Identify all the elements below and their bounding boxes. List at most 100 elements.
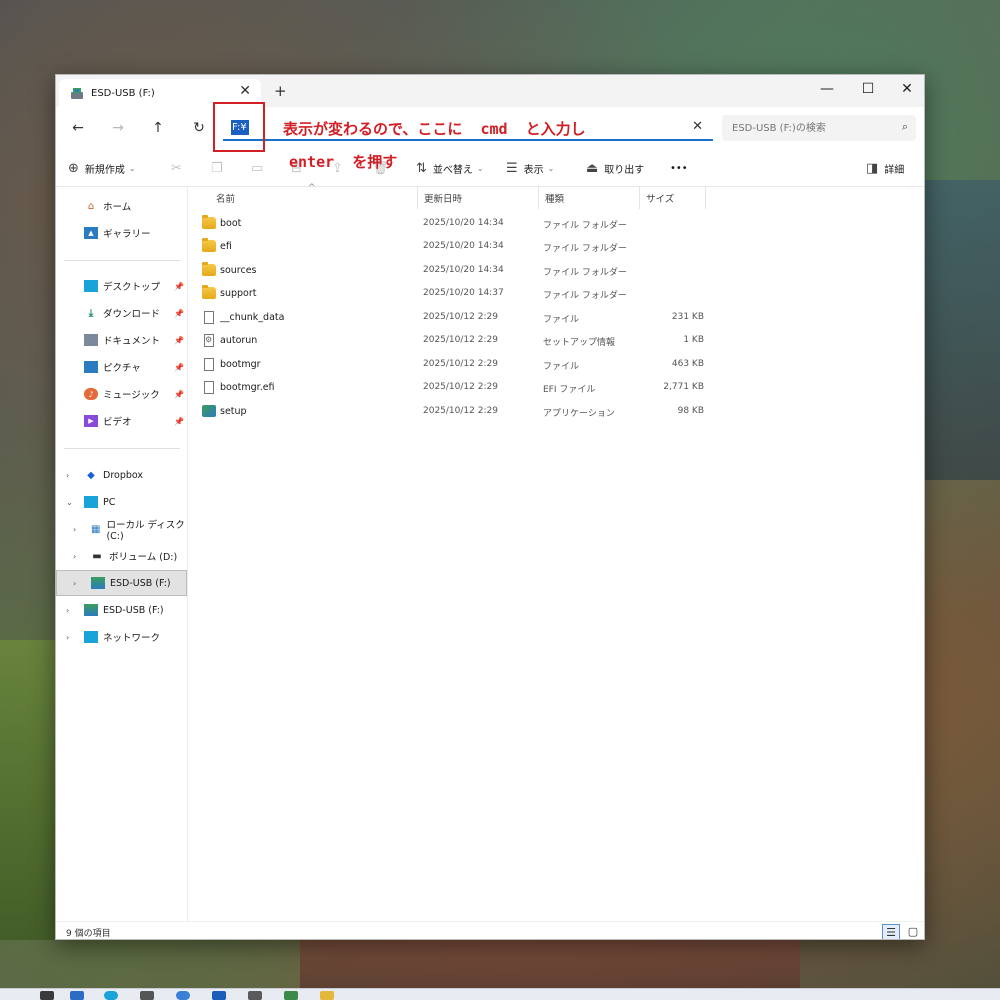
sidebar-item-dropbox[interactable]: › ◆ Dropbox: [56, 462, 187, 488]
file-type: ファイル: [543, 315, 580, 325]
chevron-right-icon[interactable]: ›: [73, 552, 76, 561]
taskbar-app-icon[interactable]: [320, 991, 334, 1000]
column-header-label: 種類: [545, 194, 565, 205]
sidebar-item-documents[interactable]: ドキュメント 📌: [56, 327, 187, 353]
pin-icon[interactable]: 📌: [174, 282, 184, 291]
details-button-label: 詳細: [884, 164, 905, 176]
column-header-type[interactable]: 種類: [539, 187, 640, 209]
table-row[interactable]: __chunk_data 2025/10/12 2:29 ファイル 231 KB: [200, 307, 704, 330]
file-name: autorun: [220, 335, 258, 346]
taskbar-app-icon[interactable]: [140, 991, 154, 1000]
details-button[interactable]: ◨ 詳細: [866, 158, 904, 178]
chevron-right-icon[interactable]: ›: [66, 606, 69, 615]
pin-icon[interactable]: 📌: [174, 363, 184, 372]
table-row[interactable]: setup 2025/10/12 2:29 アプリケーション 98 KB: [200, 401, 704, 424]
sidebar-item-downloads[interactable]: ⤓ ダウンロード 📌: [56, 300, 187, 326]
table-row[interactable]: autorun 2025/10/12 2:29 セットアップ情報 1 KB: [200, 330, 704, 353]
up-button[interactable]: ↑: [148, 118, 168, 138]
tiles-view-button[interactable]: ▢: [904, 924, 922, 939]
more-options-button[interactable]: •••: [670, 158, 688, 178]
column-header-modified[interactable]: 更新日時: [418, 187, 539, 209]
sidebar-item-esd-usb-pc[interactable]: › ESD-USB (F:): [56, 570, 187, 596]
refresh-button[interactable]: ↻: [189, 118, 209, 138]
chevron-right-icon[interactable]: ›: [66, 471, 69, 480]
taskbar-app-icon[interactable]: [176, 991, 190, 1000]
table-row[interactable]: bootmgr.efi 2025/10/12 2:29 EFI ファイル 2,7…: [200, 377, 704, 400]
view-button[interactable]: ☰ 表示 ⌄: [506, 158, 554, 178]
forward-button[interactable]: →: [108, 118, 128, 138]
taskbar-app-icon[interactable]: [248, 991, 262, 1000]
column-header-name[interactable]: 名前: [210, 187, 418, 209]
clear-address-icon[interactable]: ✕: [692, 119, 703, 134]
table-row[interactable]: support 2025/10/20 14:37 ファイル フォルダー: [200, 283, 704, 306]
sidebar-item-label: ホーム: [103, 202, 132, 213]
sidebar-item-pictures[interactable]: ピクチャ 📌: [56, 354, 187, 380]
file-date: 2025/10/12 2:29: [423, 335, 498, 345]
pin-icon[interactable]: 📌: [174, 417, 184, 426]
back-button[interactable]: ←: [68, 118, 88, 138]
minimize-button[interactable]: —: [814, 79, 840, 101]
new-button[interactable]: ⊕ 新規作成 ⌄: [68, 158, 136, 178]
sidebar-item-label: ダウンロード: [103, 309, 161, 320]
paste-button[interactable]: ▭: [251, 158, 269, 178]
pin-icon[interactable]: 📌: [174, 309, 184, 318]
cut-button[interactable]: ✂: [171, 158, 188, 178]
taskbar-app-icon[interactable]: [212, 991, 226, 1000]
folder-icon: [202, 262, 216, 276]
command-bar: ⊕ 新規作成 ⌄ ✂ ❐ ▭ ⊟ ⇪ 🗑 ⇅ 並べ替え ⌄ ☰ 表示 ⌄ ⏏ 取…: [56, 149, 924, 187]
column-header-size[interactable]: サイズ: [640, 187, 706, 209]
search-icon[interactable]: ⌕: [902, 120, 908, 134]
search-input[interactable]: [732, 121, 882, 135]
file-type: アプリケーション: [543, 409, 615, 419]
eject-button[interactable]: ⏏ 取り出す: [586, 158, 644, 178]
chevron-down-icon[interactable]: ⌄: [66, 498, 73, 507]
file-name: sources: [220, 264, 257, 276]
search-box[interactable]: ⌕: [722, 115, 916, 141]
column-header-label: サイズ: [646, 194, 675, 205]
pin-icon[interactable]: 📌: [174, 336, 184, 345]
table-row[interactable]: boot 2025/10/20 14:34 ファイル フォルダー: [200, 213, 704, 236]
taskbar-app-icon[interactable]: [284, 991, 298, 1000]
sidebar-item-esd-usb[interactable]: › ESD-USB (F:): [56, 597, 187, 623]
sidebar-item-label: ボリューム (D:): [109, 552, 178, 563]
table-row[interactable]: sources 2025/10/20 14:34 ファイル フォルダー: [200, 260, 704, 283]
maximize-button[interactable]: ☐: [855, 79, 881, 101]
tab-title: ESD-USB (F:): [91, 87, 155, 99]
sidebar-item-home[interactable]: ⌂ ホーム: [56, 193, 187, 219]
sidebar-item-pc[interactable]: ⌄ PC: [56, 489, 187, 515]
close-window-button[interactable]: ✕: [894, 79, 920, 101]
copy-button[interactable]: ❐: [211, 158, 229, 178]
sidebar-item-music[interactable]: ♪ ミュージック 📌: [56, 381, 187, 407]
sidebar-item-label: ミュージック: [103, 390, 160, 401]
taskbar-app-icon[interactable]: [40, 991, 54, 1000]
sidebar-item-volume-d[interactable]: › ▬ ボリューム (D:): [56, 543, 187, 569]
file-name: efi: [220, 240, 232, 252]
pin-icon[interactable]: 📌: [174, 390, 184, 399]
sidebar-item-local-disk[interactable]: › ▦ ローカル ディスク (C:): [56, 516, 187, 542]
sidebar-item-desktop[interactable]: デスクトップ 📌: [56, 273, 187, 299]
table-row[interactable]: efi 2025/10/20 14:34 ファイル フォルダー: [200, 236, 704, 259]
new-tab-button[interactable]: +: [274, 82, 287, 100]
annotation-instruction-line2: enter を押す: [289, 153, 398, 171]
chevron-right-icon[interactable]: ›: [73, 525, 76, 534]
sort-button[interactable]: ⇅ 並べ替え ⌄: [416, 158, 484, 178]
file-size: 463 KB: [671, 359, 704, 369]
taskbar-app-icon[interactable]: [70, 991, 84, 1000]
taskbar-app-icon[interactable]: [104, 991, 118, 1000]
table-row[interactable]: bootmgr 2025/10/12 2:29 ファイル 463 KB: [200, 354, 704, 377]
close-tab-icon[interactable]: ✕: [239, 83, 251, 99]
chevron-right-icon[interactable]: ›: [66, 633, 69, 642]
sidebar-item-videos[interactable]: ▶ ビデオ 📌: [56, 408, 187, 434]
details-view-button[interactable]: ☰: [882, 924, 900, 939]
file-type: EFI ファイル: [543, 385, 596, 395]
sidebar-item-network[interactable]: › ネットワーク: [56, 624, 187, 650]
file-explorer-window: ESD-USB (F:) ✕ + — ☐ ✕ ← → ↑ ↻ ✕ ⌕ ⊕ 新規作…: [55, 74, 925, 940]
eject-button-label: 取り出す: [604, 164, 645, 176]
more-icon: •••: [670, 162, 688, 174]
desktop-icon: [84, 280, 98, 292]
file-size: 1 KB: [683, 335, 704, 345]
sidebar-item-gallery[interactable]: ▲ ギャラリー: [56, 220, 187, 246]
copy-icon: ❐: [211, 160, 223, 176]
sidebar-item-label: ビデオ: [103, 417, 132, 428]
chevron-right-icon[interactable]: ›: [73, 579, 76, 588]
